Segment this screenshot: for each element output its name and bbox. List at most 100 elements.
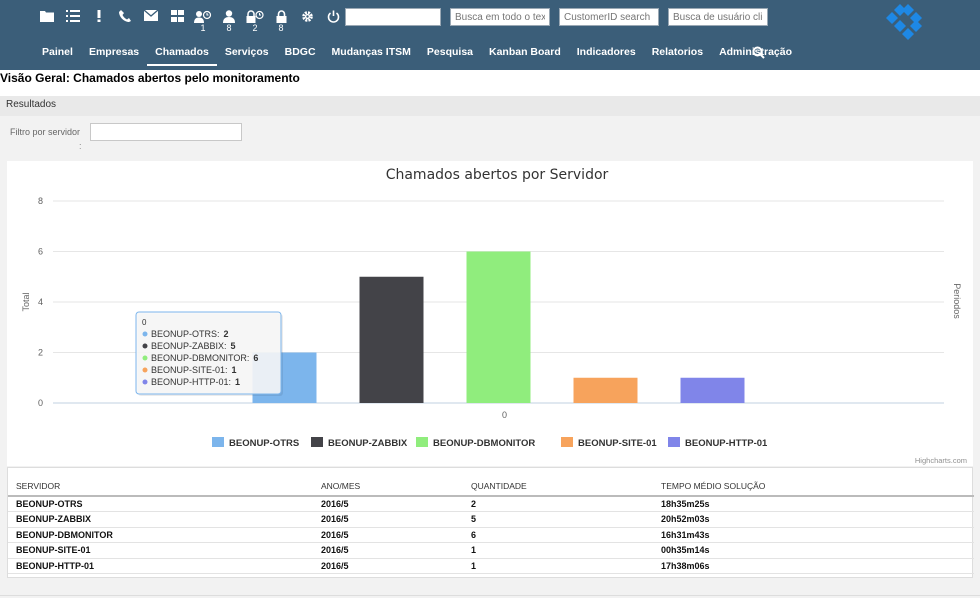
phone-icon[interactable] [112, 6, 138, 34]
legend-item[interactable]: BEONUP-SITE-01 [578, 438, 657, 449]
folder-icon[interactable] [34, 6, 60, 34]
nav-item-kanban-board[interactable]: Kanban Board [481, 42, 569, 66]
legend-swatch[interactable] [561, 437, 573, 447]
filter-label: Filtro por servidor [10, 127, 81, 137]
legend-item[interactable]: BEONUP-DBMONITOR [433, 438, 535, 449]
results-table: SERVIDOR ANO/MES QUANTIDADE TEMPO MÉDIO SOL… [8, 468, 974, 574]
column-header[interactable]: ANO/MES [313, 468, 463, 497]
nav-item-empresas[interactable]: Empresas [81, 42, 147, 66]
y-axis-title: Total [21, 292, 31, 311]
fulltext-search-input[interactable] [450, 8, 550, 26]
grid-icon[interactable] [164, 6, 190, 34]
bar-beonup-http-01 [680, 377, 745, 403]
y-tick-label: 8 [38, 196, 43, 206]
legend-item[interactable]: BEONUP-OTRS [229, 438, 299, 449]
legend-item[interactable]: BEONUP-ZABBIX [328, 438, 408, 449]
quick-search-input[interactable] [345, 8, 441, 26]
tooltip-series-dot [142, 343, 148, 349]
table-cell: 18h35m25s [653, 496, 974, 512]
tooltip-series-value: 6 [253, 353, 258, 363]
column-header[interactable]: QUANTIDADE [463, 468, 653, 497]
server-filter-input[interactable] [90, 123, 242, 141]
legend-item[interactable]: BEONUP-HTTP-01 [685, 438, 768, 449]
toolbar-icons: 1828 [34, 6, 346, 34]
y-tick-label: 0 [38, 398, 43, 408]
tooltip-series-value: 5 [231, 341, 236, 351]
table-cell: BEONUP-OTRS [8, 496, 313, 512]
list-icon[interactable] [60, 6, 86, 34]
table-cell: 00h35m14s [653, 542, 974, 559]
table-cell: 20h52m03s [653, 511, 974, 528]
tooltip-series-dot [142, 355, 148, 361]
table-header-row: SERVIDOR ANO/MES QUANTIDADE TEMPO MÉDIO SOL… [8, 468, 974, 497]
nav-item-pesquisa[interactable]: Pesquisa [419, 42, 481, 66]
tooltip-series-value: 1 [232, 365, 237, 375]
main-menu: Painel Empresas Chamados Serviços BDGC Mudanç… [34, 42, 800, 66]
nav-item-indicadores[interactable]: Indicadores [569, 42, 644, 66]
nav-item-bdgc[interactable]: BDGC [277, 42, 324, 66]
column-header[interactable]: TEMPO MÉDIO SOLUÇÃO [653, 468, 974, 497]
table-cell: 2016/5 [313, 542, 463, 559]
table-cell: 17h38m06s [653, 558, 974, 574]
customerid-search-input[interactable] [559, 8, 659, 26]
power-icon[interactable] [320, 6, 346, 34]
tooltip-series-name: BEONUP-SITE-01: [151, 365, 228, 375]
legend-swatch[interactable] [311, 437, 323, 447]
lock-icon[interactable]: 8 [268, 6, 294, 34]
user-clock-icon[interactable]: 1 [190, 6, 216, 34]
customer-user-search-input[interactable] [668, 8, 768, 26]
table-cell: 2016/5 [313, 558, 463, 574]
company-logo[interactable] [884, 4, 928, 42]
search-icon[interactable] [752, 46, 765, 59]
table-cell: 16h31m43s [653, 527, 974, 543]
icon-count-badge: 1 [200, 23, 206, 33]
table-row: BEONUP-SITE-01 2016/5 1 00h35m14s [8, 542, 974, 559]
tooltip-series-name: BEONUP-ZABBIX: [151, 341, 227, 351]
table-row: BEONUP-OTRS 2016/5 2 18h35m25s [8, 496, 974, 512]
lock-clock-icon[interactable]: 2 [242, 6, 268, 34]
icon-count-badge: 8 [278, 23, 284, 33]
table-row: BEONUP-ZABBIX 2016/5 5 20h52m03s [8, 511, 974, 528]
exclamation-icon[interactable] [86, 6, 112, 34]
tooltip-header: 0 [142, 318, 147, 327]
nav-item-mudan-as-itsm[interactable]: Mudanças ITSM [324, 42, 419, 66]
chart-panel: Chamados abertos por Servidor 0 2 4 6 8 Total P… [7, 161, 973, 466]
user-icon[interactable]: 8 [216, 6, 242, 34]
results-table-panel: SERVIDOR ANO/MES QUANTIDADE TEMPO MÉDIO SOL… [7, 467, 974, 578]
nav-item-painel[interactable]: Painel [34, 42, 81, 66]
gear-icon[interactable] [294, 6, 320, 34]
divider [0, 595, 980, 596]
icon-count-badge: 2 [252, 23, 258, 33]
tooltip-series-dot [142, 379, 148, 385]
y-tick-label: 6 [38, 247, 43, 257]
table-cell: 5 [463, 511, 653, 528]
bar-beonup-zabbix [359, 276, 424, 403]
column-header[interactable]: SERVIDOR [8, 468, 313, 497]
y-tick-label: 4 [38, 297, 43, 307]
filter-colon: : [79, 141, 82, 151]
icon-count-badge: 8 [226, 23, 232, 33]
table-row: BEONUP-DBMONITOR 2016/5 6 16h31m43s [8, 527, 974, 543]
table-cell: 1 [463, 558, 653, 574]
legend-swatch[interactable] [212, 437, 224, 447]
nav-item-chamados[interactable]: Chamados [147, 42, 217, 66]
top-navigation-bar: 1828 PainelEmpresasChamadosServiçosBDGCM… [0, 0, 980, 70]
bar-beonup-site-01 [573, 377, 638, 403]
legend-swatch[interactable] [668, 437, 680, 447]
legend-swatch[interactable] [416, 437, 428, 447]
table-row: BEONUP-HTTP-01 2016/5 1 17h38m06s [8, 558, 974, 574]
table-cell: BEONUP-SITE-01 [8, 542, 313, 559]
bar-beonup-dbmonitor [466, 251, 531, 403]
bar-chart: Chamados abertos por Servidor 0 2 4 6 8 Total P… [21, 167, 967, 465]
table-cell: BEONUP-DBMONITOR [8, 527, 313, 543]
tooltip-series-dot [142, 331, 148, 337]
table-cell: 2016/5 [313, 496, 463, 512]
nav-item-relatorios[interactable]: Relatorios [644, 42, 711, 66]
envelope-icon[interactable] [138, 6, 164, 34]
nav-item-servi-os[interactable]: Serviços [217, 42, 277, 66]
tooltip-series-name: BEONUP-DBMONITOR: [151, 353, 249, 363]
tooltip-series-value: 2 [224, 329, 229, 339]
y-tick-label: 2 [38, 348, 43, 358]
tooltip-series-name: BEONUP-OTRS: [151, 329, 220, 339]
tooltip-series-value: 1 [235, 377, 240, 387]
